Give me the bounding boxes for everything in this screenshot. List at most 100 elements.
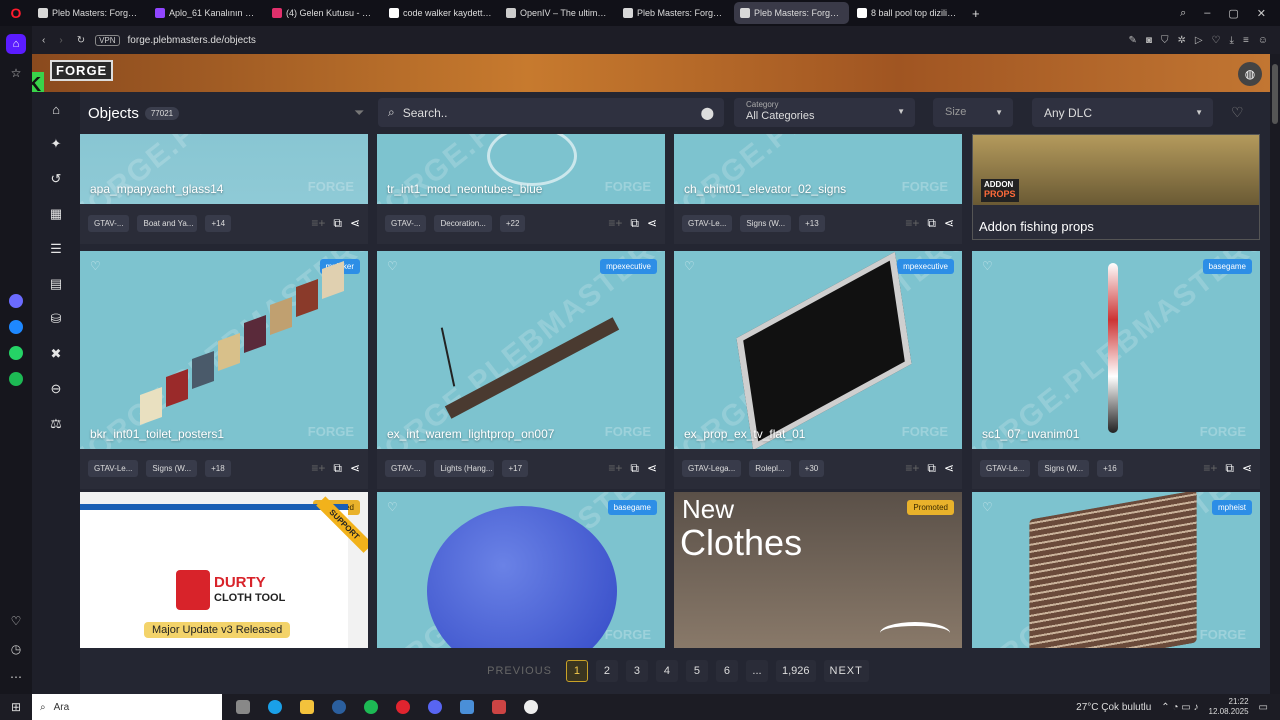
object-name[interactable]: apa_mpapyacht_glass14 (90, 182, 223, 196)
more-tags-badge[interactable]: +13 (799, 214, 825, 232)
card-thumbnail[interactable]: FORGE.PLEBMASTERSFORGE♡basegame (377, 492, 665, 648)
more-tags-badge[interactable]: +22 (499, 214, 526, 232)
more-tags-badge[interactable]: +14 (205, 214, 232, 232)
copy-icon[interactable]: ⧉ (630, 461, 639, 476)
browser-tab[interactable]: (4) Gelen Kutusu - Sohbet (266, 2, 381, 24)
tag-pill[interactable]: Boat and Ya... (137, 214, 198, 232)
share-icon[interactable]: ⋖ (647, 461, 657, 475)
copy-icon[interactable]: ⧉ (333, 461, 342, 476)
favorite-heart-icon[interactable]: ♡ (90, 259, 101, 273)
more-tags-badge[interactable]: +30 (798, 459, 825, 477)
copy-icon[interactable]: ⧉ (927, 461, 936, 476)
add-to-list-icon[interactable]: ≡+ (311, 216, 325, 230)
app-icon[interactable] (460, 700, 474, 714)
object-card[interactable]: FORGE.PLEBMASTERSFORGE♡mpexecutiveex_pro… (674, 251, 962, 489)
object-name[interactable]: bkr_int01_toilet_posters1 (90, 427, 224, 441)
object-name[interactable]: sc1_07_uvanim01 (982, 427, 1079, 441)
site-home-icon[interactable]: ⌂ (52, 102, 60, 117)
location-pin-icon[interactable]: ⬤ (701, 106, 714, 120)
object-name[interactable]: ex_int_warem_lightprop_on007 (387, 427, 554, 441)
app-icon[interactable] (524, 700, 538, 714)
card-thumbnail[interactable]: FORGE.PLEBMASTERSFORGEapa_mpapyacht_glas… (80, 134, 368, 204)
add-to-list-icon[interactable]: ≡+ (311, 461, 325, 475)
addon-card[interactable]: ADDON PROPS Addon fishing props (972, 134, 1260, 240)
edit-icon[interactable]: ✎ (1129, 35, 1137, 46)
extension-icon[interactable]: ✲ (1177, 35, 1185, 46)
share-icon[interactable]: ⋖ (350, 216, 360, 230)
page-button[interactable]: 1,926 (775, 660, 816, 682)
copy-icon[interactable]: ⧉ (1225, 461, 1234, 476)
page-button[interactable]: 3 (625, 660, 648, 682)
back-icon[interactable]: ‹ (42, 35, 45, 46)
scale-icon[interactable]: ⚖ (50, 416, 62, 432)
reload-icon[interactable]: ↻ (77, 35, 85, 46)
more-tags-badge[interactable]: +18 (205, 459, 231, 477)
windows-start-icon[interactable]: ⊞ (0, 700, 32, 714)
copy-icon[interactable]: ⧉ (630, 216, 639, 231)
card-thumbnail[interactable]: FORGE.PLEBMASTERSFORGE♡mpheist (972, 492, 1260, 648)
tag-pill[interactable]: GTAV-... (385, 459, 427, 477)
tag-pill[interactable]: GTAV-Le... (682, 214, 733, 232)
share-icon[interactable]: ⋖ (1242, 461, 1252, 475)
play-icon[interactable]: ▷ (1195, 35, 1203, 46)
shield-icon[interactable]: ⛉ (1161, 35, 1169, 46)
card-thumbnail[interactable]: FORGE.PLEBMASTERS FORGE ♡ mpexecutive ex_int… (377, 251, 665, 449)
tag-pill[interactable]: Rolepl... (749, 459, 791, 477)
favorite-heart-icon[interactable]: ♡ (387, 500, 398, 514)
scrollbar[interactable] (1270, 54, 1280, 694)
object-card[interactable]: FORGE.PLEBMASTERS FORGE ♡ mpexecutive ex_int… (377, 251, 665, 489)
add-to-list-icon[interactable]: ≡+ (608, 216, 622, 230)
addon-name[interactable]: Addon fishing props (979, 219, 1094, 234)
tag-pill[interactable]: Signs (W... (1038, 459, 1090, 477)
browser-tab[interactable]: Pleb Masters: Forge - GTA (32, 2, 147, 24)
tag-pill[interactable]: Signs (W... (146, 459, 198, 477)
share-icon[interactable]: ⋖ (350, 461, 360, 475)
opera-logo-icon[interactable]: O (0, 0, 32, 26)
clock[interactable]: 21:22 12.08.2025 (1209, 697, 1249, 716)
favorite-heart-icon[interactable]: ♡ (684, 259, 695, 273)
spotify-icon[interactable] (9, 372, 23, 386)
aria-icon[interactable] (9, 294, 23, 308)
tag-pill[interactable]: Signs (W... (740, 214, 792, 232)
copy-icon[interactable]: ⧉ (333, 216, 342, 231)
share-icon[interactable]: ⋖ (944, 216, 954, 230)
tag-pill[interactable]: GTAV-Le... (980, 459, 1031, 477)
sparkle-icon[interactable]: ✦ (51, 136, 62, 152)
tag-pill[interactable]: GTAV-Le... (88, 459, 139, 477)
add-to-list-icon[interactable]: ≡+ (1203, 461, 1217, 475)
object-card[interactable]: FORGE.PLEBMASTERSFORGEPromotedSUPPORTDUR… (80, 492, 368, 648)
browser-tab[interactable]: Pleb Masters: Forge - GTA (734, 2, 849, 24)
tag-pill[interactable]: GTAV-Lega... (682, 459, 742, 477)
explorer-icon[interactable] (300, 700, 314, 714)
tag-pill[interactable]: GTAV-... (88, 214, 130, 232)
card-thumbnail[interactable]: FORGE.PLEBMASTERSFORGEPromotedNewClothes (674, 492, 962, 648)
maximize-icon[interactable]: ▢ (1228, 7, 1238, 20)
url-field[interactable]: forge.plebmasters.de/objects (128, 35, 256, 46)
vpn-badge[interactable]: VPN (95, 34, 120, 46)
object-card[interactable]: FORGE.PLEBMASTERSFORGE♡basegame (377, 492, 665, 648)
forward-icon[interactable]: › (59, 35, 62, 46)
close-window-icon[interactable]: ✕ (1257, 7, 1266, 20)
favorite-heart-icon[interactable]: ♡ (387, 259, 398, 273)
page-button[interactable]: 5 (685, 660, 708, 682)
taskbar-search[interactable]: ⌕ Ara (32, 694, 222, 720)
heart-icon[interactable]: ♡ (11, 614, 22, 628)
user-avatar-icon[interactable]: ◍ (1238, 62, 1262, 86)
page-button[interactable]: 6 (715, 660, 738, 682)
tray-icons[interactable]: ⌃ ◔ ▭ ♪ (1161, 702, 1198, 713)
filter-icon[interactable]: ⏷ (354, 105, 364, 121)
notification-icon[interactable]: ▭ (1259, 702, 1268, 713)
browser-tab[interactable]: Aplo_61 Kanalının Videolu (149, 2, 264, 24)
card-thumbnail[interactable]: FORGE.PLEBMASTERS FORGE ♡ basegame sc1_07_uv… (972, 251, 1260, 449)
card-thumbnail[interactable]: FORGE.PLEBMASTERSFORGE♡mpbikerbkr_int01_… (80, 251, 368, 449)
browser-tab[interactable]: 8 ball pool top dizilimi - G (851, 2, 966, 24)
favorite-heart-icon[interactable]: ♡ (982, 259, 993, 273)
tag-pill[interactable]: Decoration... (434, 214, 492, 232)
discord-icon[interactable] (428, 700, 442, 714)
object-card[interactable]: FORGE.PLEBMASTERSFORGE♡mpheist (972, 492, 1260, 648)
browser-tab[interactable]: code walker kaydettiğimiz (383, 2, 498, 24)
camera-icon[interactable]: ◙ (1146, 35, 1152, 46)
history-icon[interactable]: ◷ (11, 642, 21, 656)
search-tabs-icon[interactable]: ⌕ (1180, 7, 1186, 20)
page-button[interactable]: 1 (565, 660, 588, 682)
